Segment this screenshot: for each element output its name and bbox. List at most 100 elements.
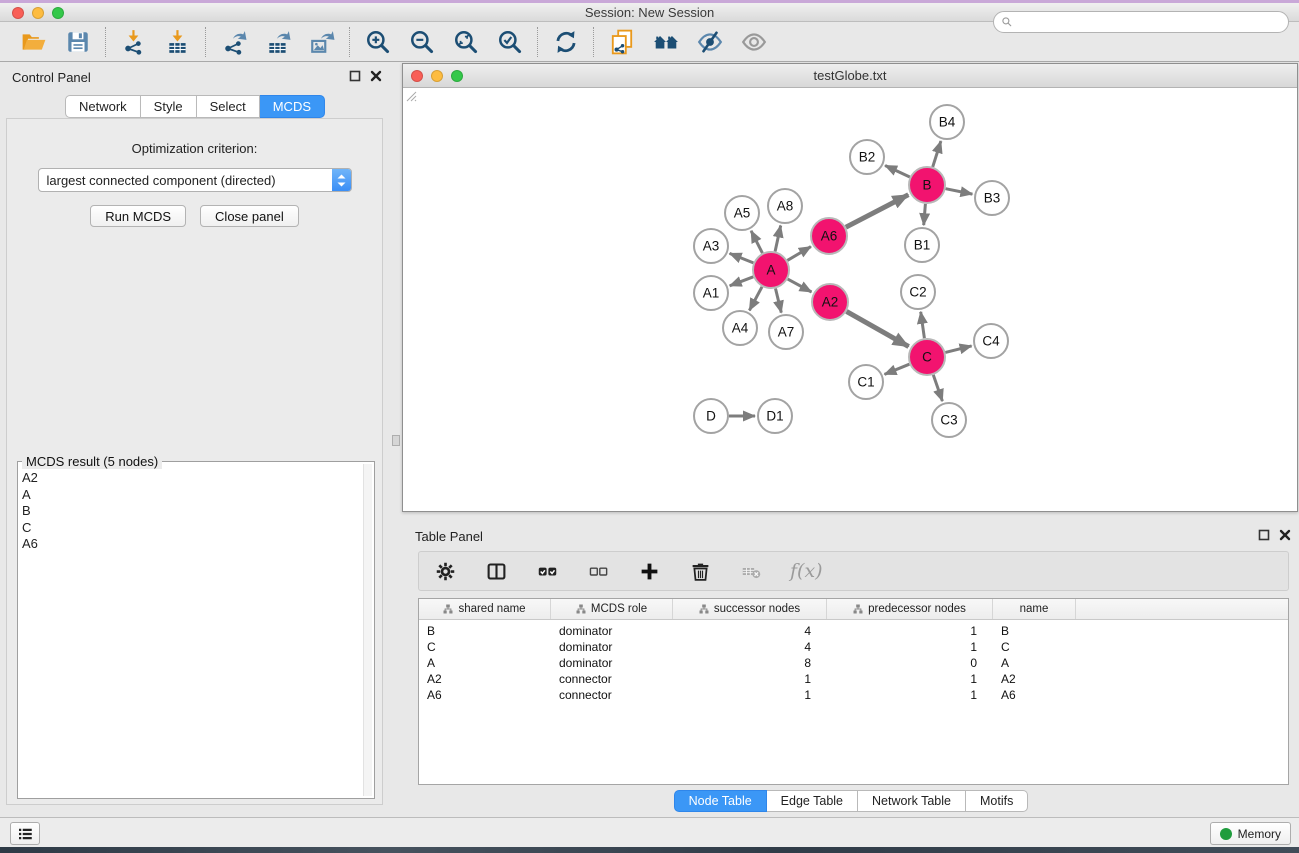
cell-name[interactable]: A — [993, 656, 1076, 670]
search-box[interactable] — [993, 11, 1289, 33]
node-A6[interactable]: A6 — [811, 218, 847, 254]
export-image-button[interactable] — [307, 27, 336, 56]
close-panel-button[interactable]: Close panel — [200, 205, 299, 227]
edge-A-A1[interactable] — [730, 277, 754, 286]
minimize-network-button[interactable] — [431, 70, 443, 82]
save-session-button[interactable] — [63, 27, 92, 56]
edge-A-A8[interactable] — [775, 226, 781, 252]
result-item[interactable]: A6 — [22, 536, 362, 553]
edge-A-A4[interactable] — [749, 287, 762, 311]
column-header-successor-nodes[interactable]: successor nodes — [673, 599, 827, 619]
edge-A-A6[interactable] — [787, 247, 811, 261]
tab-style[interactable]: Style — [141, 95, 197, 118]
edge-C-C3[interactable] — [933, 375, 942, 401]
task-history-button[interactable] — [10, 822, 40, 845]
zoom-selected-button[interactable] — [495, 27, 524, 56]
column-header-mcds-role[interactable]: MCDS role — [551, 599, 673, 619]
edge-C-C2[interactable] — [921, 312, 925, 338]
criterion-dropdown[interactable]: largest connected component (directed) — [38, 168, 352, 192]
function-builder-button[interactable]: f(x) — [790, 560, 823, 582]
float-panel-icon[interactable] — [349, 70, 361, 82]
tab-network[interactable]: Network — [65, 95, 141, 118]
node-C4[interactable]: C4 — [974, 324, 1008, 358]
node-D1[interactable]: D1 — [758, 399, 792, 433]
node-A7[interactable]: A7 — [769, 315, 803, 349]
network-window-titlebar[interactable]: testGlobe.txt — [403, 64, 1297, 88]
result-scrollbar[interactable] — [363, 464, 372, 796]
table-row[interactable]: Bdominator41B — [419, 623, 1288, 639]
tab-motifs[interactable]: Motifs — [966, 790, 1028, 812]
hide-details-eye-button[interactable] — [695, 27, 724, 56]
cell-shared-name[interactable]: A2 — [419, 672, 551, 686]
cell-successor-nodes[interactable]: 1 — [673, 688, 827, 702]
node-C1[interactable]: C1 — [849, 365, 883, 399]
node-A1[interactable]: A1 — [694, 276, 728, 310]
delete-column-button[interactable] — [688, 559, 712, 583]
cell-predecessor-nodes[interactable]: 1 — [827, 672, 993, 686]
cell-mcds-role[interactable]: connector — [551, 688, 673, 702]
zoom-out-button[interactable] — [407, 27, 436, 56]
edge-A-A7[interactable] — [776, 289, 782, 313]
clone-network-button[interactable] — [607, 27, 636, 56]
network-canvas[interactable]: AA1A2A3A4A5A6A7A8BB1B2B3B4CC1C2C3C4DD1 — [403, 88, 1297, 511]
close-network-button[interactable] — [411, 70, 423, 82]
edge-C-C4[interactable] — [945, 346, 971, 353]
run-mcds-button[interactable]: Run MCDS — [90, 205, 186, 227]
node-B[interactable]: B — [909, 167, 945, 203]
close-window-button[interactable] — [12, 7, 24, 19]
node-C2[interactable]: C2 — [901, 275, 935, 309]
node-A[interactable]: A — [753, 252, 789, 288]
tab-select[interactable]: Select — [197, 95, 260, 118]
zoom-network-button[interactable] — [451, 70, 463, 82]
close-panel-icon[interactable] — [370, 70, 382, 82]
cell-shared-name[interactable]: C — [419, 640, 551, 654]
node-D[interactable]: D — [694, 399, 728, 433]
zoom-in-button[interactable] — [363, 27, 392, 56]
node-A4[interactable]: A4 — [723, 311, 757, 345]
export-network-button[interactable] — [219, 27, 248, 56]
cell-shared-name[interactable]: A6 — [419, 688, 551, 702]
node-C3[interactable]: C3 — [932, 403, 966, 437]
cell-shared-name[interactable]: A — [419, 656, 551, 670]
import-network-button[interactable] — [119, 27, 148, 56]
result-item[interactable]: B — [22, 503, 362, 520]
open-file-button[interactable] — [19, 27, 48, 56]
tab-edge-table[interactable]: Edge Table — [767, 790, 858, 812]
deselect-all-button[interactable] — [586, 559, 610, 583]
cell-shared-name[interactable]: B — [419, 624, 551, 638]
cell-mcds-role[interactable]: connector — [551, 672, 673, 686]
select-all-button[interactable] — [535, 559, 559, 583]
cell-predecessor-nodes[interactable]: 1 — [827, 624, 993, 638]
refresh-button[interactable] — [551, 27, 580, 56]
tab-node-table[interactable]: Node Table — [674, 790, 767, 812]
float-panel-icon[interactable] — [1258, 529, 1270, 541]
cell-name[interactable]: B — [993, 624, 1076, 638]
table-row[interactable]: Adominator80A — [419, 655, 1288, 671]
cell-successor-nodes[interactable]: 4 — [673, 640, 827, 654]
result-item[interactable]: A2 — [22, 470, 362, 487]
settings-button[interactable] — [433, 559, 457, 583]
cell-mcds-role[interactable]: dominator — [551, 624, 673, 638]
split-view-button[interactable] — [484, 559, 508, 583]
import-table-button[interactable] — [163, 27, 192, 56]
node-A3[interactable]: A3 — [694, 229, 728, 263]
edge-B-B3[interactable] — [946, 189, 973, 194]
edge-B-B4[interactable] — [933, 141, 941, 167]
edge-A-A2[interactable] — [788, 279, 812, 292]
cell-successor-nodes[interactable]: 4 — [673, 624, 827, 638]
delete-table-button[interactable] — [739, 559, 763, 583]
tab-network-table[interactable]: Network Table — [858, 790, 966, 812]
cell-mcds-role[interactable]: dominator — [551, 656, 673, 670]
zoom-window-button[interactable] — [52, 7, 64, 19]
result-item[interactable]: C — [22, 520, 362, 537]
export-table-button[interactable] — [263, 27, 292, 56]
node-A2[interactable]: A2 — [812, 284, 848, 320]
search-input[interactable] — [1017, 14, 1281, 30]
node-B1[interactable]: B1 — [905, 228, 939, 262]
edge-B-B1[interactable] — [924, 204, 926, 225]
splitter-grip[interactable] — [392, 435, 400, 446]
tab-mcds[interactable]: MCDS — [260, 95, 325, 118]
column-header-predecessor-nodes[interactable]: predecessor nodes — [827, 599, 993, 619]
home-button[interactable] — [651, 27, 680, 56]
cell-predecessor-nodes[interactable]: 0 — [827, 656, 993, 670]
